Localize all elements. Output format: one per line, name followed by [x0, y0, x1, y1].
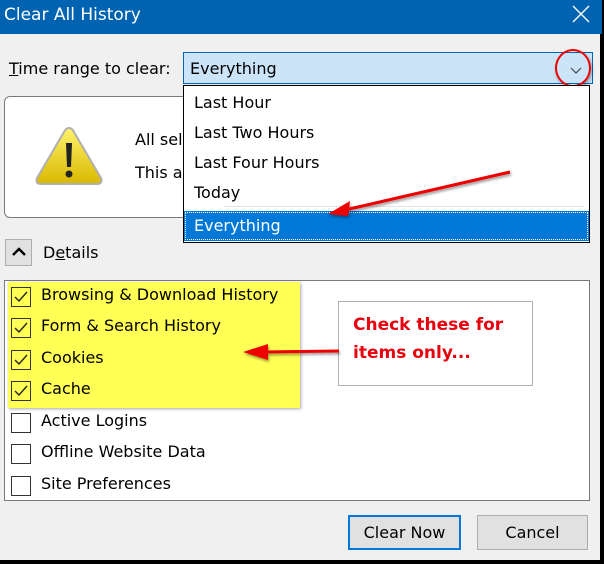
- checkmark-icon: [14, 322, 28, 334]
- close-icon[interactable]: [570, 3, 592, 25]
- time-range-selected-value: Everything: [190, 59, 277, 78]
- checkmark-icon: [14, 291, 28, 303]
- time-range-label: Time range to clear:: [9, 59, 171, 78]
- dropdown-separator: [224, 206, 584, 207]
- checkbox-checked[interactable]: [11, 318, 31, 338]
- checkmark-icon: [14, 354, 28, 366]
- option-everything[interactable]: Everything: [184, 211, 589, 241]
- checkbox-checked[interactable]: [11, 350, 31, 370]
- annotation-circle: [555, 49, 591, 87]
- time-range-dropdown-list: Last Hour Last Two Hours Last Four Hours…: [183, 85, 590, 243]
- checkbox-checked[interactable]: [11, 381, 31, 401]
- clear-history-dialog: Clear All History Time range to clear: E…: [0, 0, 602, 562]
- checkbox-label: Offline Website Data: [41, 442, 206, 461]
- annotation-line-1: Check these for: [353, 315, 504, 335]
- annotation-callout: Check these for items only...: [338, 301, 533, 386]
- chevron-up-icon: [12, 247, 26, 256]
- clear-now-button[interactable]: Clear Now: [348, 515, 461, 550]
- cancel-button[interactable]: Cancel: [477, 515, 588, 550]
- details-label-start: D: [43, 243, 56, 262]
- title-bar: Clear All History: [0, 0, 602, 34]
- annotation-text: Check these for items only...: [353, 311, 503, 367]
- window-title: Clear All History: [4, 5, 141, 25]
- annotation-line-2: items only...: [353, 343, 471, 363]
- checkbox-unchecked[interactable]: [11, 413, 31, 433]
- checkbox-checked[interactable]: [11, 287, 31, 307]
- details-label-end: tails: [65, 243, 99, 262]
- checkbox-label: Browsing & Download History: [41, 285, 279, 304]
- option-last-hour[interactable]: Last Hour: [184, 88, 589, 118]
- checkmark-icon: [14, 385, 28, 397]
- checkbox-label: Cache: [41, 379, 91, 398]
- checkbox-label: Cookies: [41, 348, 104, 367]
- checkbox-unchecked[interactable]: [11, 444, 31, 464]
- checkbox-unchecked[interactable]: [11, 476, 31, 496]
- details-toggle-button[interactable]: [5, 239, 32, 266]
- checkbox-label: Active Logins: [41, 411, 148, 430]
- details-label-accesskey: e: [55, 243, 66, 262]
- option-today[interactable]: Today: [184, 178, 589, 208]
- time-range-label-text: ime range to clear:: [18, 59, 171, 78]
- info-line-1: All selected items will be cleared.: [135, 130, 190, 149]
- warning-icon: [33, 125, 105, 187]
- time-range-label-accesskey: T: [9, 59, 19, 78]
- checkbox-label: Site Preferences: [41, 474, 171, 493]
- option-last-two-hours[interactable]: Last Two Hours: [184, 118, 589, 148]
- info-line-2: This action cannot be undone.: [135, 163, 190, 182]
- checkbox-label: Form & Search History: [41, 316, 221, 335]
- option-last-four-hours[interactable]: Last Four Hours: [184, 148, 589, 178]
- details-label: Details: [43, 243, 98, 262]
- time-range-select[interactable]: Everything: [183, 52, 593, 84]
